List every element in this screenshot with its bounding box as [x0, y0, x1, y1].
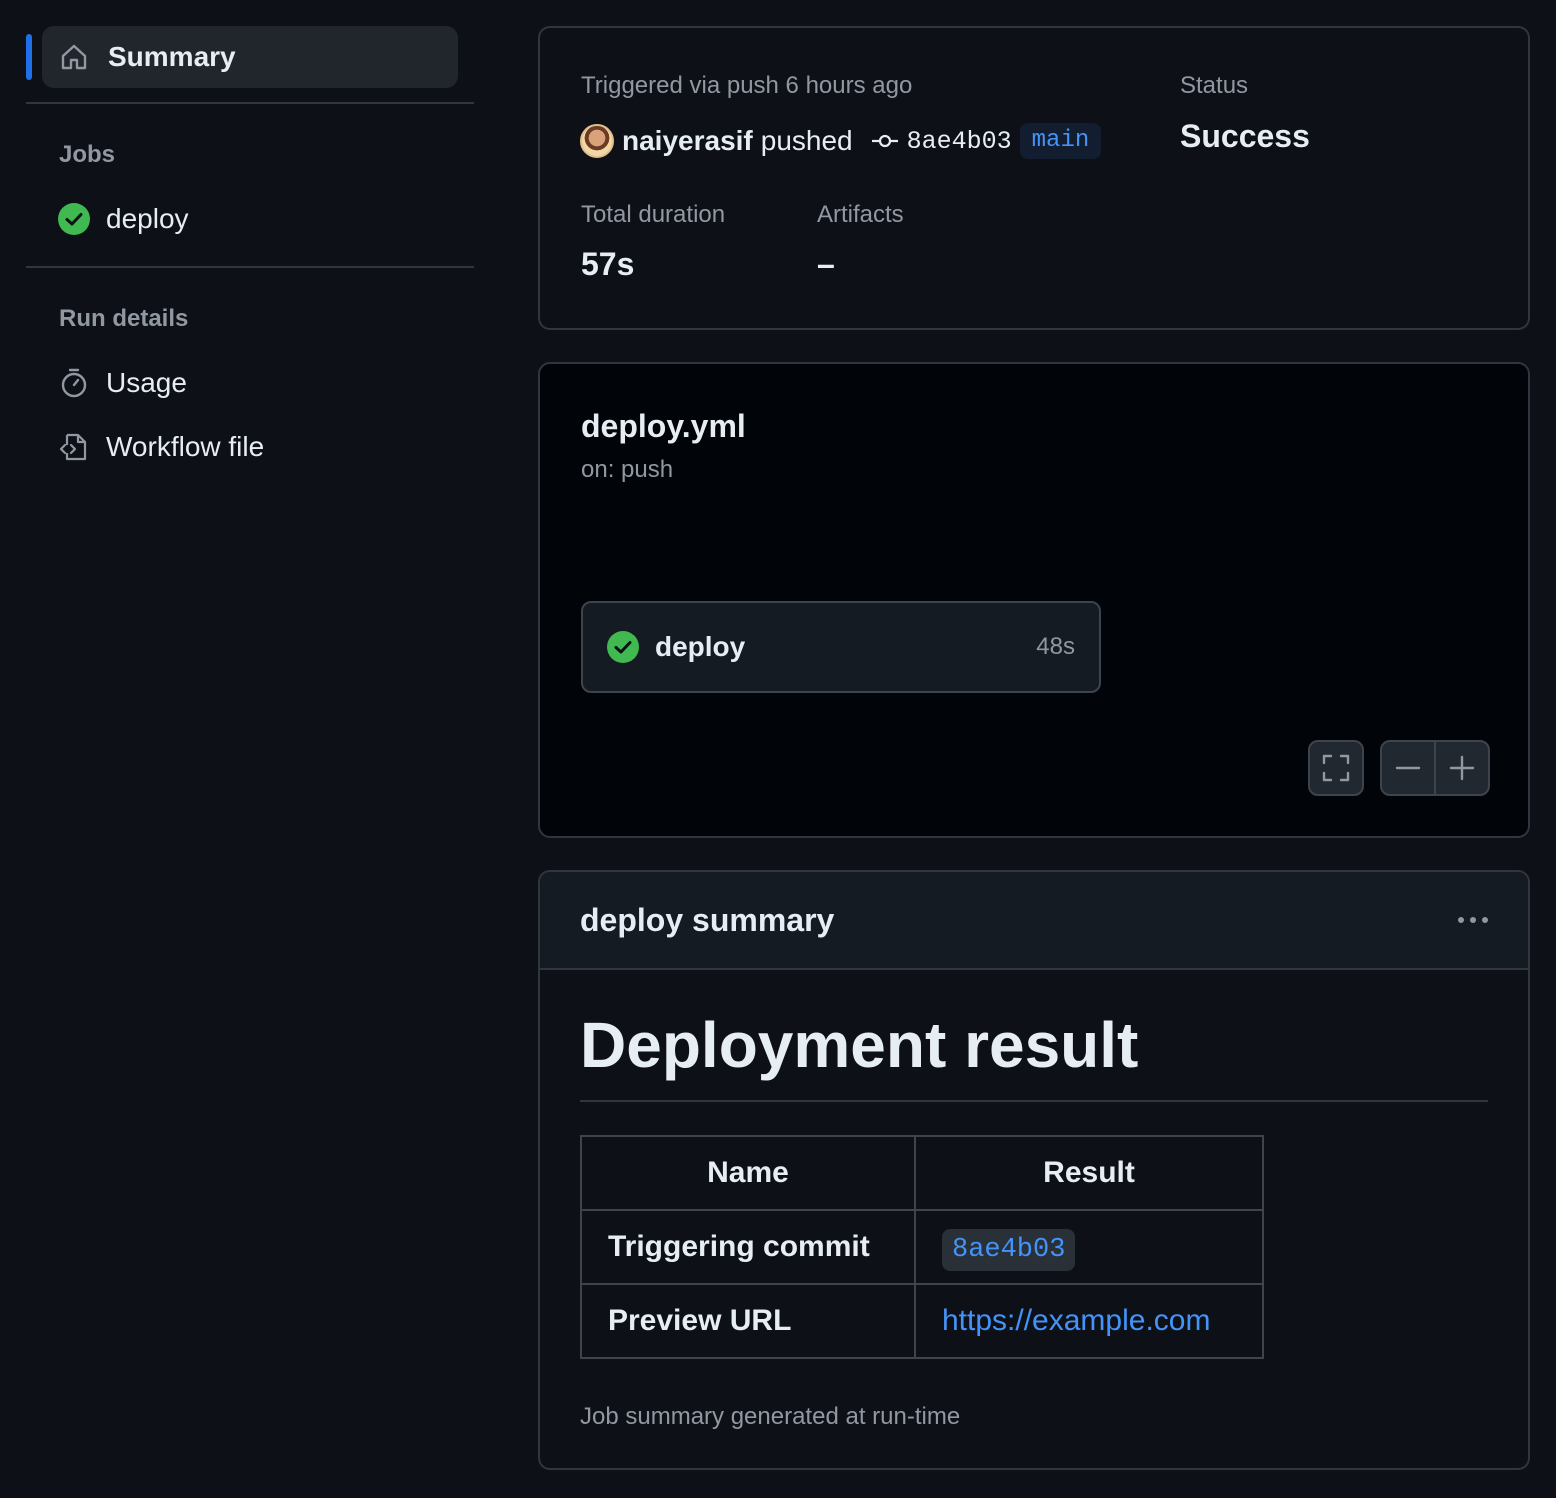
table-cell-name: Preview URL [580, 1283, 916, 1359]
zoom-controls [1380, 740, 1490, 796]
sidebar-item-label: deploy [106, 203, 189, 234]
sidebar-item-label: Workflow file [106, 431, 265, 462]
job-duration: 48s [1036, 633, 1075, 660]
job-summary-body: Deployment result Name Result Triggering… [540, 970, 1528, 1431]
kebab-menu-icon[interactable] [1458, 917, 1488, 923]
stopwatch-icon [61, 368, 87, 398]
sidebar-item-job-deploy[interactable]: deploy [26, 188, 474, 250]
check-circle-icon [58, 203, 90, 235]
sidebar-item-label: Summary [108, 41, 236, 72]
summary-footnote: Job summary generated at run-time [580, 1403, 961, 1430]
fullscreen-icon [1322, 754, 1350, 782]
workflow-run-page: Summary Jobs deploy Run details Usage Wo… [0, 0, 1556, 1498]
sidebar-item-summary[interactable]: Summary [26, 26, 458, 88]
sidebar-item-label: Usage [106, 367, 187, 398]
run-overview-card: Triggered via push 6 hours ago naiyerasi… [538, 26, 1530, 330]
commit-sha-link[interactable]: 8ae4b03 [907, 127, 1012, 156]
table-cell-result: 8ae4b03 [914, 1209, 1264, 1285]
home-icon [61, 44, 87, 70]
duration-value: 57s [581, 246, 635, 282]
zoom-out-button[interactable] [1382, 742, 1434, 794]
job-summary-card: deploy summary Deployment result Name Re… [538, 870, 1530, 1470]
column-header: Result [914, 1135, 1264, 1211]
zoom-in-button[interactable] [1436, 742, 1488, 794]
table-row: Triggering commit 8ae4b03 [580, 1209, 1264, 1285]
commit-sha-code: 8ae4b03 [942, 1228, 1076, 1271]
fullscreen-button[interactable] [1308, 740, 1364, 796]
minus-icon [1395, 766, 1421, 770]
sidebar-item-workflow-file[interactable]: Workflow file [26, 416, 474, 478]
trigger-text: Triggered via push 6 hours ago [581, 72, 913, 99]
git-commit-icon [871, 134, 898, 148]
pushed-text: pushed [760, 125, 853, 156]
result-table: Name Result Triggering commit 8ae4b03 Pr… [580, 1135, 1264, 1359]
branch-badge[interactable]: main [1019, 123, 1102, 159]
status-value: Success [1180, 118, 1310, 154]
plus-icon [1449, 755, 1475, 781]
summary-heading: Deployment result [580, 970, 1488, 1102]
job-summary-title: deploy summary [580, 901, 835, 938]
table-cell-name: Triggering commit [580, 1209, 916, 1285]
table-header-row: Name Result [580, 1135, 1264, 1211]
workflow-graph-card: deploy.yml on: push deploy 48s [538, 362, 1530, 838]
sidebar-item-usage[interactable]: Usage [26, 352, 474, 414]
active-indicator [26, 34, 32, 80]
job-node-deploy[interactable]: deploy 48s [581, 601, 1101, 693]
check-circle-icon [607, 631, 639, 663]
column-header: Name [580, 1135, 916, 1211]
artifacts-label: Artifacts [817, 201, 904, 228]
push-info: naiyerasif pushed 8ae4b03 main [580, 122, 1102, 160]
job-summary-header: deploy summary [540, 872, 1528, 970]
preview-url-link[interactable]: https://example.com [942, 1304, 1210, 1337]
avatar[interactable] [580, 124, 614, 158]
duration-label: Total duration [581, 201, 726, 228]
jobs-heading: Jobs [59, 141, 116, 168]
run-details-heading: Run details [59, 305, 189, 332]
table-cell-result: https://example.com [914, 1283, 1264, 1359]
status-label: Status [1180, 72, 1249, 99]
table-row: Preview URL https://example.com [580, 1283, 1264, 1359]
artifacts-value: – [817, 246, 835, 282]
workflow-file-name[interactable]: deploy.yml [581, 408, 746, 445]
workflow-trigger: on: push [581, 456, 674, 483]
job-name: deploy [655, 631, 746, 662]
sidebar: Summary Jobs deploy Run details Usage Wo… [26, 26, 474, 478]
pusher-link[interactable]: naiyerasif [622, 125, 753, 157]
file-code-icon [59, 433, 87, 461]
